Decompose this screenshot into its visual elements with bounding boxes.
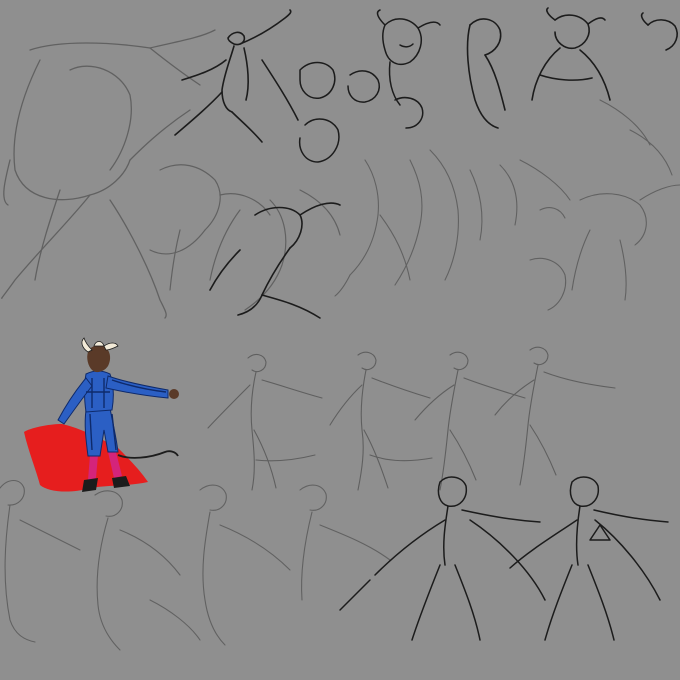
gray-background (0, 0, 680, 680)
sketch-sheet (0, 0, 680, 680)
hand (169, 389, 179, 399)
shoe-left (82, 478, 98, 492)
sketch-canvas (0, 0, 680, 680)
